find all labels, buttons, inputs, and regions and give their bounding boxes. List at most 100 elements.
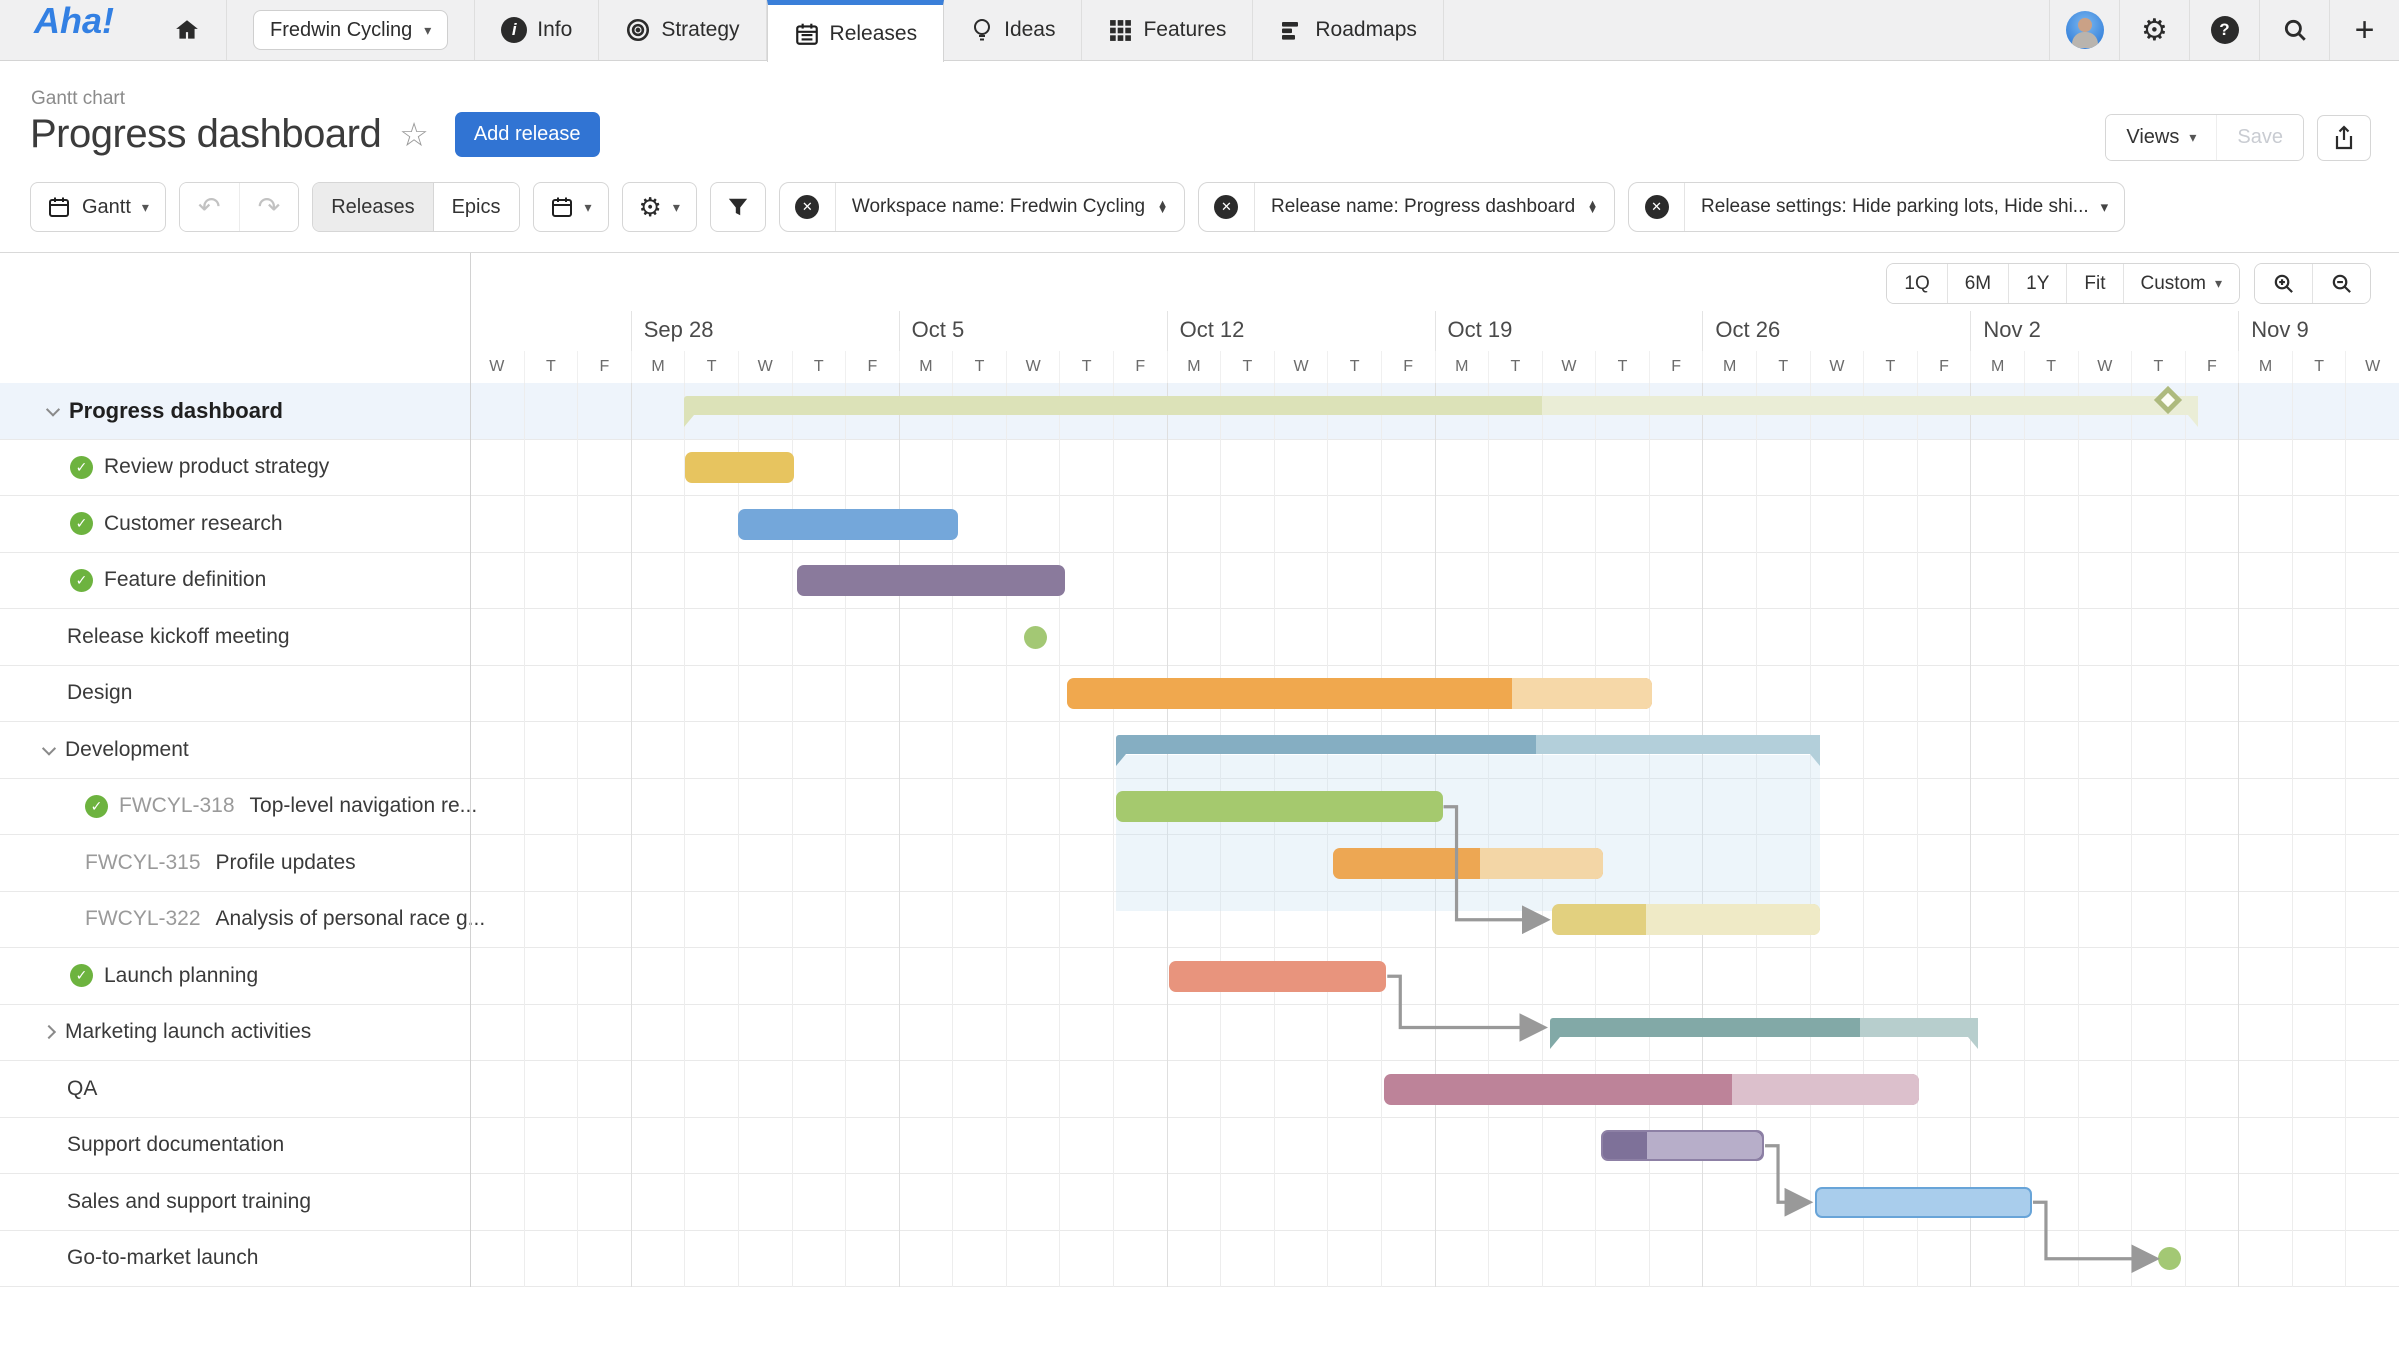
row-label[interactable]: Release kickoff meeting bbox=[67, 625, 290, 649]
gantt-bar[interactable] bbox=[737, 508, 958, 540]
calendar-icon bbox=[551, 197, 572, 217]
chevron-down-icon: ▾ bbox=[2214, 275, 2222, 291]
row-label[interactable]: Development bbox=[65, 738, 189, 762]
filter-chip-workspace[interactable]: ✕ Workspace name: Fredwin Cycling ▲ ▼ bbox=[778, 182, 1185, 232]
zoom-6m-button[interactable]: 6M bbox=[1947, 264, 2010, 303]
gantt-bar[interactable] bbox=[1549, 1017, 1979, 1049]
chevron-right-icon[interactable] bbox=[41, 1025, 57, 1040]
gantt-bar[interactable] bbox=[1332, 847, 1604, 879]
day-letter: M bbox=[1970, 351, 2024, 383]
zoom-1y-button[interactable]: 1Y bbox=[2009, 264, 2068, 303]
save-button[interactable]: Save bbox=[2216, 115, 2303, 160]
table-row[interactable]: Sales and support training bbox=[0, 1174, 2399, 1231]
row-label[interactable]: Go-to-market launch bbox=[67, 1246, 258, 1270]
display-options-button[interactable]: ⚙ ▾ bbox=[621, 182, 697, 232]
row-label[interactable]: Progress dashboard bbox=[69, 398, 283, 424]
gantt-bar[interactable] bbox=[1115, 735, 1821, 766]
table-row[interactable]: Go-to-market launch bbox=[0, 1231, 2399, 1287]
table-row[interactable]: Support documentation bbox=[0, 1118, 2399, 1174]
zoom-custom-button[interactable]: Custom ▾ bbox=[2123, 264, 2239, 303]
chevron-down-icon[interactable] bbox=[41, 741, 57, 756]
user-avatar[interactable] bbox=[2049, 0, 2119, 60]
table-row[interactable]: ✓ Feature definition bbox=[0, 553, 2399, 609]
row-label[interactable]: Design bbox=[67, 681, 132, 705]
gantt-bar[interactable] bbox=[1067, 678, 1652, 709]
filter-chip-release[interactable]: ✕ Release name: Progress dashboard ▲ ▼ bbox=[1197, 182, 1616, 232]
gantt-bar[interactable] bbox=[1115, 791, 1443, 822]
help-button[interactable]: ? bbox=[2189, 0, 2259, 60]
row-label[interactable]: Top-level navigation re... bbox=[250, 794, 478, 818]
row-label[interactable]: Profile updates bbox=[216, 851, 356, 875]
roadmap-icon bbox=[1282, 22, 1299, 40]
tab-info[interactable]: i Info bbox=[475, 0, 600, 60]
row-label[interactable]: Launch planning bbox=[104, 964, 258, 988]
search-button[interactable] bbox=[2259, 0, 2329, 60]
add-release-button[interactable]: Add release bbox=[454, 112, 600, 157]
table-row[interactable]: ✓ Review product strategy bbox=[0, 440, 2399, 496]
gantt-bar[interactable] bbox=[1600, 1130, 1765, 1161]
views-button[interactable]: Views ▾ bbox=[2106, 115, 2217, 160]
remove-filter-button[interactable]: ✕ bbox=[1629, 183, 1686, 231]
remove-filter-button[interactable]: ✕ bbox=[1199, 183, 1255, 231]
filter-chip-release-settings[interactable]: ✕ Release settings: Hide parking lots, H… bbox=[1628, 182, 2126, 232]
add-button[interactable]: + bbox=[2329, 0, 2399, 60]
gantt-bar[interactable] bbox=[1169, 960, 1387, 992]
zoom-out-button[interactable] bbox=[2313, 264, 2370, 303]
table-row[interactable]: Release kickoff meeting bbox=[0, 609, 2399, 666]
day-letter: F bbox=[1113, 351, 1167, 383]
gantt-bar[interactable] bbox=[796, 565, 1065, 596]
redo-button[interactable]: ↷ bbox=[238, 183, 299, 231]
row-label[interactable]: Analysis of personal race g... bbox=[216, 907, 486, 931]
sidebar-divider[interactable] bbox=[470, 253, 471, 1287]
aha-logo[interactable]: Aha! bbox=[0, 0, 148, 60]
top-navigation: Aha! Fredwin Cycling ▾ i Info Strategy R… bbox=[0, 0, 2399, 62]
share-button[interactable] bbox=[2317, 114, 2371, 161]
row-label[interactable]: Customer research bbox=[104, 512, 283, 536]
zoom-fit-button[interactable]: Fit bbox=[2067, 264, 2124, 303]
remove-filter-button[interactable]: ✕ bbox=[780, 183, 836, 231]
row-label[interactable]: QA bbox=[67, 1077, 97, 1101]
search-icon bbox=[2284, 19, 2306, 41]
view-type-button[interactable]: Gantt ▾ bbox=[30, 182, 166, 232]
completed-check-icon: ✓ bbox=[70, 964, 93, 988]
gantt-bar[interactable] bbox=[1552, 904, 1821, 935]
settings-button[interactable]: ⚙ bbox=[2119, 0, 2189, 60]
table-row[interactable]: Marketing launch activities bbox=[0, 1005, 2399, 1061]
gantt-bar[interactable] bbox=[685, 452, 795, 483]
row-label[interactable]: Support documentation bbox=[67, 1133, 284, 1157]
table-row[interactable]: ✓ Customer research bbox=[0, 496, 2399, 553]
tab-strategy[interactable]: Strategy bbox=[599, 0, 767, 60]
gantt-bar[interactable] bbox=[684, 396, 2199, 427]
gantt-bar[interactable] bbox=[1814, 1186, 2032, 1218]
zoom-1q-button[interactable]: 1Q bbox=[1887, 264, 1948, 303]
undo-button[interactable]: ↶ bbox=[179, 183, 239, 231]
segment-epics[interactable]: Epics bbox=[433, 183, 519, 231]
zoom-in-button[interactable] bbox=[2255, 264, 2313, 303]
favorite-star-icon[interactable]: ☆ bbox=[399, 115, 429, 154]
day-letter: F bbox=[2184, 351, 2239, 383]
day-letter: T bbox=[1220, 351, 1274, 383]
tab-roadmaps[interactable]: Roadmaps bbox=[1253, 0, 1444, 60]
grid-line bbox=[2291, 383, 2293, 1287]
row-label[interactable]: Review product strategy bbox=[104, 455, 329, 479]
table-row[interactable]: QA bbox=[0, 1061, 2399, 1118]
milestone-marker[interactable] bbox=[1023, 625, 1047, 649]
record-id: FWCYL-322 bbox=[85, 907, 201, 931]
grid-line bbox=[2023, 383, 2025, 1287]
row-label[interactable]: Sales and support training bbox=[67, 1190, 311, 1214]
tab-ideas[interactable]: Ideas bbox=[944, 0, 1083, 60]
calendar-icon bbox=[49, 197, 69, 217]
chevron-down-icon[interactable] bbox=[45, 402, 61, 417]
week-label: Oct 5 bbox=[898, 311, 1167, 351]
tab-features[interactable]: Features bbox=[1082, 0, 1254, 60]
row-label[interactable]: Feature definition bbox=[104, 568, 266, 592]
home-button[interactable] bbox=[148, 0, 227, 60]
tab-releases[interactable]: Releases bbox=[766, 0, 945, 62]
day-letter: W bbox=[1005, 351, 1060, 383]
segment-releases[interactable]: Releases bbox=[313, 183, 434, 231]
filter-button[interactable] bbox=[709, 182, 766, 232]
date-options-button[interactable]: ▾ bbox=[532, 182, 609, 232]
workspace-switcher[interactable]: Fredwin Cycling ▾ bbox=[227, 0, 476, 60]
gantt-bar[interactable] bbox=[1383, 1073, 1920, 1105]
row-label[interactable]: Marketing launch activities bbox=[65, 1020, 311, 1044]
